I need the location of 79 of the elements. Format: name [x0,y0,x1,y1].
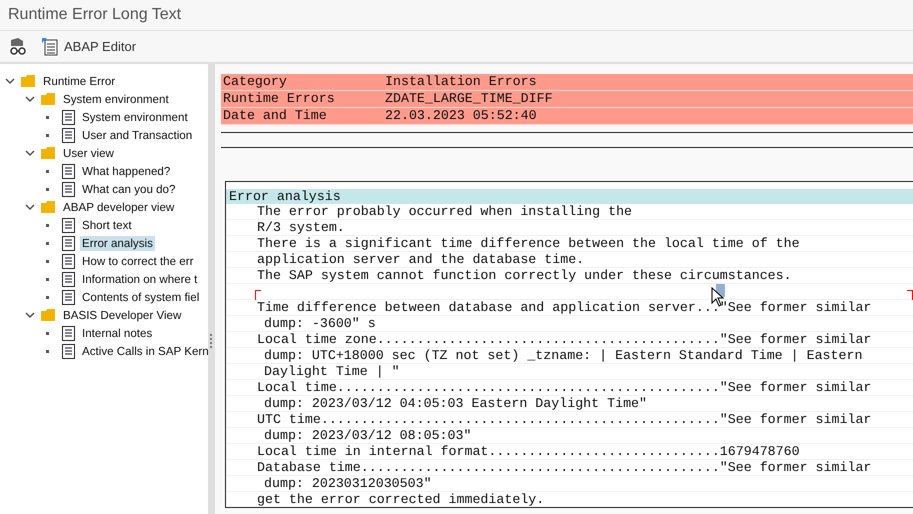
text-line: dump: -3600" s [226,316,913,332]
text-line: The error probably occurred when installing the [226,204,913,220]
document-icon [62,182,75,196]
text-line: Local time in internal format.............................1679478760 [226,444,913,460]
window-title: Runtime Error Long Text [8,6,182,24]
tree-item[interactable]: Information on where t [80,272,200,286]
tree-item[interactable]: How to correct the err [80,254,196,268]
bullet-icon [46,296,49,298]
tree-item[interactable]: User and Transaction [80,128,194,142]
tree-item[interactable]: What happened? [80,164,172,178]
field-label: Category [223,74,288,90]
text-line: application server and the database time. [226,252,913,268]
text-line: get the error corrected immediately. [226,492,913,507]
abap-editor-button[interactable]: ABAP Editor [40,36,138,58]
text-line: Daylight Time | " [226,364,913,380]
field-label: Date and Time [223,108,328,124]
section-heading: Error analysis [226,189,913,204]
document-icon [42,38,58,56]
document-icon [62,326,75,340]
bullet-icon [46,116,49,118]
folder-icon [40,200,56,214]
tree-item[interactable]: What can you do? [80,182,178,196]
text-line: The SAP system cannot function correctly under these circumstances. [226,268,913,284]
bullet-icon [46,260,49,262]
document-icon [62,218,75,232]
document-icon [62,236,75,250]
bullet-icon [46,170,49,172]
folder-icon [20,74,36,88]
text-line: Database time............................................."See former similar [226,460,913,476]
bullet-icon [46,134,49,136]
field-value: ZDATE_LARGE_TIME_DIFF [385,91,553,107]
tree-item[interactable]: Error analysis [80,236,155,250]
document-icon [62,164,75,178]
text-line: UTC time.................................................."See former similar [226,412,913,428]
expand-icon[interactable] [25,94,35,104]
tree-item[interactable]: User view [61,146,116,160]
bullet-icon [46,224,49,226]
folder-icon [40,146,56,160]
text-line: dump: 2023/03/12 08:05:03" [226,428,913,444]
selection-bracket [255,290,261,300]
document-icon [62,254,75,268]
text-line: dump: 20230312030503" [226,476,913,492]
selection-bracket [907,290,913,300]
tree-item[interactable]: Contents of system fiel [80,290,202,304]
folder-icon [40,92,56,106]
document-icon [62,128,75,142]
expand-icon[interactable] [25,148,35,158]
text-line: Time difference between database and application server..."See former similar [226,300,913,316]
glasses-icon [8,36,28,56]
text-line: Local time................................................"See former similar [226,380,913,396]
document-icon [62,272,75,286]
tree-item[interactable]: BASIS Developer View [61,308,184,322]
tree-item[interactable]: System environment [61,92,171,106]
field-value: Installation Errors [385,74,537,90]
bullet-icon [46,350,49,352]
expand-icon[interactable] [5,76,15,86]
bullet-icon [46,188,49,190]
tree-item[interactable]: Short text [80,218,134,232]
bullet-icon [46,332,49,334]
bullet-icon [46,242,49,244]
folder-icon [40,308,56,322]
text-line: dump: 2023/03/12 04:05:03 Eastern Daylight Time" [226,396,913,412]
document-icon [62,110,75,124]
tree-item[interactable]: ABAP developer view [61,200,176,214]
document-icon [62,290,75,304]
tree-item[interactable]: System environment [80,110,190,124]
text-line: There is a significant time difference between the local time of the [226,236,913,252]
document-icon [62,344,75,358]
tree-item[interactable]: Active Calls in SAP Kern [80,344,208,358]
expand-icon[interactable] [25,310,35,320]
bullet-icon [46,278,49,280]
text-line: Local time zone..........................................."See former similar [226,332,913,348]
tree-item[interactable]: Internal notes [80,326,154,340]
field-label: Runtime Errors [223,91,336,107]
text-line: dump: UTC+18000 sec (TZ not set) _tzname: | Eastern Standard Time | Eastern [226,348,913,364]
text-line: R/3 system. [226,220,913,236]
expand-icon[interactable] [25,202,35,212]
tree-item[interactable]: Runtime Error [41,74,118,88]
field-value: 22.03.2023 05:52:40 [385,108,537,124]
